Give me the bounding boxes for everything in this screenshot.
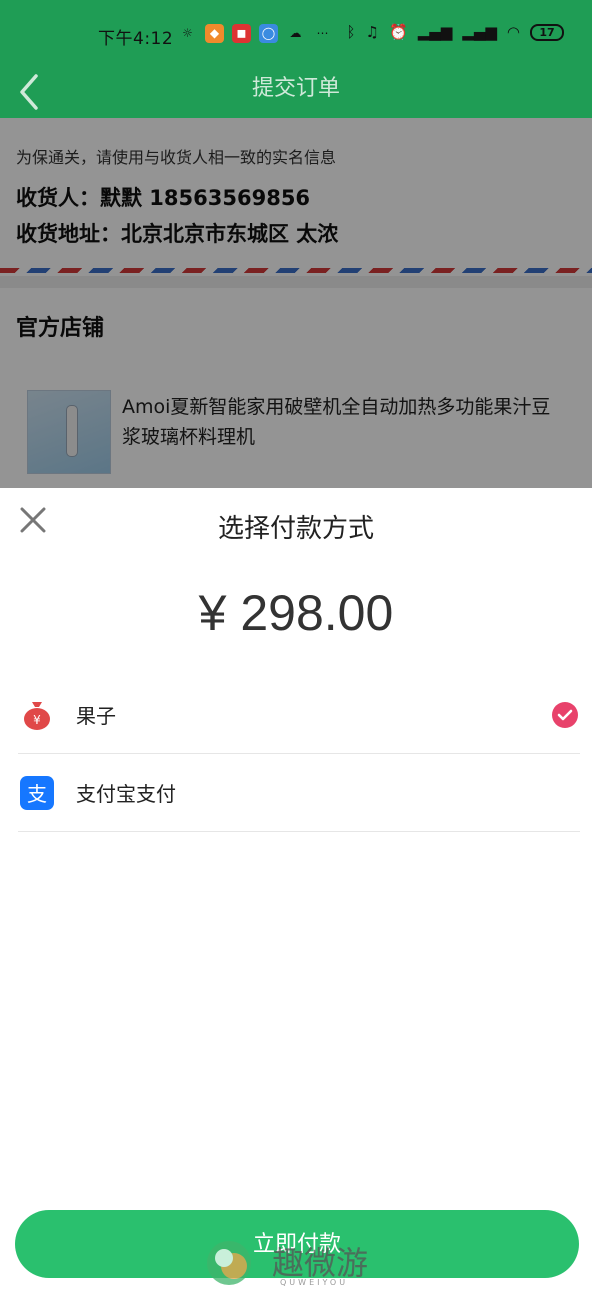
money-bag-icon: ¥ [24,702,50,730]
bluetooth-icon: ᛒ [346,23,356,41]
more-icon: ⋯ [316,26,329,40]
app-header: 提交订单 [0,62,592,118]
check-selected-icon [552,702,578,728]
cloud-icon: ☁ [289,26,302,40]
payment-option-label: 果子 [76,704,116,728]
battery-icon: 17 [530,23,564,41]
payment-option-label: 支付宝支付 [76,782,176,806]
watermark-logo: 趣微游 QUWEIYOU [204,1238,404,1288]
app-notification-icon: ◼ [232,24,251,43]
payment-amount: ¥ 298.00 [198,585,394,641]
svg-text:支: 支 [27,782,47,806]
wifi-icon: ◠ [506,23,520,41]
signal-icon: ▂▄▆ [417,23,453,41]
svg-text:¥: ¥ [33,713,41,727]
status-time: 下午4:12 [98,29,174,49]
watermark-subtext: QUWEIYOU [280,1278,349,1287]
watermark-emblem-icon [207,1241,251,1285]
system-icons: ᛒ ♫ ⏰ ▂▄▆ ▂▄▆ ◠ 17 [347,23,564,41]
mute-bell-icon: ♫ [365,23,379,41]
payment-option-alipay[interactable]: 支 支付宝支付 [18,754,580,832]
payment-option-guozi[interactable]: ¥ 果子 [18,676,580,754]
app-notification-icon: ◆ [205,24,224,43]
alarm-icon: ⏰ [389,23,408,41]
signal-icon: ▂▄▆ [462,23,497,41]
notification-icons: ☼ ◆ ◼ ◯ ☁ ⋯ [178,24,332,43]
app-notification-icon: ◯ [259,24,278,43]
page-title: 提交订单 [251,76,340,101]
modal-overlay[interactable] [0,118,592,488]
sheet-title: 选择付款方式 [217,514,374,544]
payment-method-sheet: 选择付款方式 ¥ 298.00 ¥ 果子 支 支付宝支付 立即付款 [0,488,592,1292]
app-notification-icon: ☼ [182,26,193,40]
alipay-icon: 支 [20,776,54,810]
status-bar: 下午4:12 ☼ ◆ ◼ ◯ ☁ ⋯ ᛒ ♫ ⏰ ▂▄▆ ▂▄▆ ◠ 17 [0,0,592,62]
